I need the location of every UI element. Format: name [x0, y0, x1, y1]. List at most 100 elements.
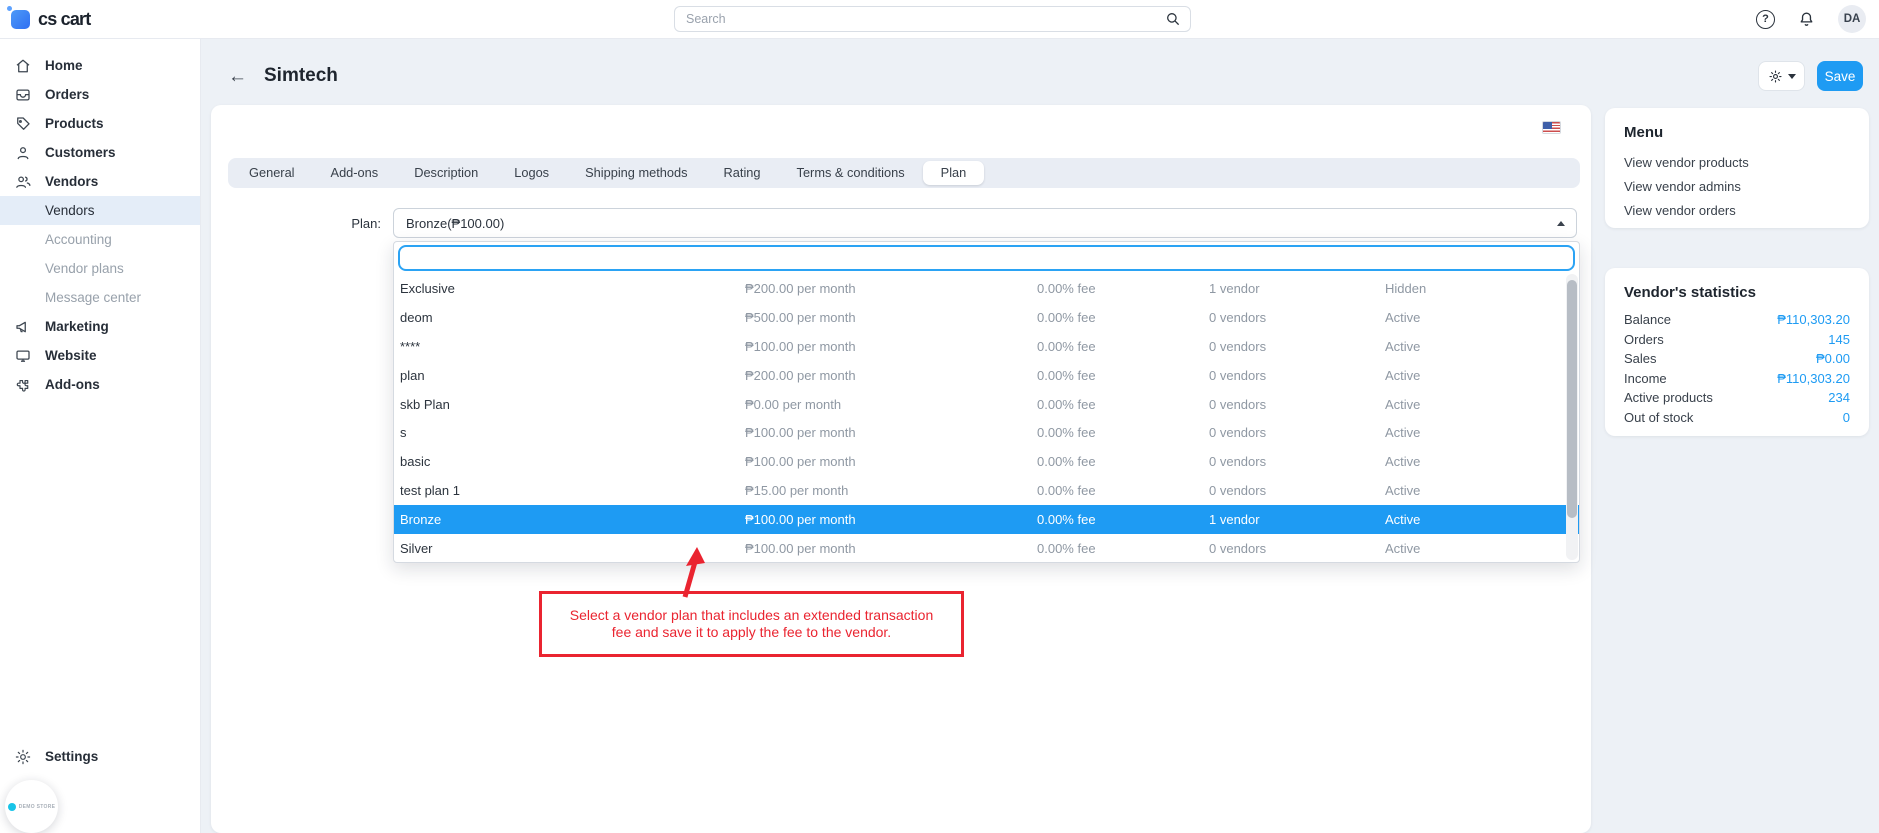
stat-label: Orders: [1624, 332, 1664, 347]
sidebar: Home Orders Products Customers Vendors V…: [0, 39, 201, 833]
sidebar-item-website[interactable]: Website: [0, 341, 200, 370]
stat-value[interactable]: ₱110,303.20: [1777, 371, 1850, 386]
sidebar-item-settings[interactable]: Settings: [0, 742, 200, 771]
plan-option-price: ₱100.00 per month: [745, 425, 1037, 440]
tab-description[interactable]: Description: [396, 161, 496, 185]
plan-option-fee: 0.00% fee: [1037, 368, 1209, 383]
stat-value[interactable]: 234: [1828, 390, 1850, 405]
sidebar-item-vendors[interactable]: Vendors: [0, 167, 200, 196]
plan-option-price: ₱500.00 per month: [745, 310, 1037, 325]
plan-option-row[interactable]: skb Plan ₱0.00 per month 0.00% fee 0 ven…: [394, 390, 1579, 419]
sidebar-subitem-vendors[interactable]: Vendors: [0, 196, 200, 225]
save-button[interactable]: Save: [1817, 61, 1863, 91]
dropdown-scrollbar-thumb[interactable]: [1567, 280, 1577, 518]
marketing-megaphone-icon: [13, 318, 32, 336]
stat-value[interactable]: 0: [1843, 410, 1850, 425]
plan-option-fee: 0.00% fee: [1037, 512, 1209, 527]
plan-option-status: Active: [1385, 541, 1579, 556]
link-view-vendor-orders[interactable]: View vendor orders: [1624, 203, 1850, 218]
link-view-vendor-products[interactable]: View vendor products: [1624, 155, 1850, 170]
plan-option-status: Hidden: [1385, 281, 1579, 296]
plan-option-price: ₱200.00 per month: [745, 281, 1037, 296]
plan-option-row[interactable]: s ₱100.00 per month 0.00% fee 0 vendors …: [394, 418, 1579, 447]
tab-plan[interactable]: Plan: [923, 161, 985, 185]
annotation-box: Select a vendor plan that includes an ex…: [539, 591, 964, 657]
tab-logos[interactable]: Logos: [496, 161, 567, 185]
stat-row: Balance ₱110,303.20: [1624, 312, 1850, 327]
plan-option-vendors: 0 vendors: [1209, 397, 1385, 412]
plan-option-status: Active: [1385, 512, 1579, 527]
topbar: cs cart ? DA: [0, 0, 1879, 39]
annotation-text: Select a vendor plan that includes an ex…: [562, 607, 941, 641]
language-flag-icon[interactable]: [1542, 121, 1561, 134]
dropdown-scrollbar-track[interactable]: [1566, 274, 1578, 560]
sidebar-item-marketing[interactable]: Marketing: [0, 312, 200, 341]
customers-person-icon: [13, 144, 32, 162]
plan-option-row[interactable]: Exclusive ₱200.00 per month 0.00% fee 1 …: [394, 274, 1579, 303]
tab-shipping-methods[interactable]: Shipping methods: [567, 161, 705, 185]
stat-value[interactable]: ₱0.00: [1816, 351, 1850, 366]
sidebar-item-home[interactable]: Home: [0, 51, 200, 80]
plan-option-name: s: [400, 425, 745, 440]
stat-label: Active products: [1624, 390, 1713, 405]
stat-label: Income: [1624, 371, 1667, 386]
addons-puzzle-icon: [13, 376, 32, 394]
tab-terms-conditions[interactable]: Terms & conditions: [779, 161, 923, 185]
vendor-edit-card: General Add-ons Description Logos Shippi…: [211, 105, 1591, 833]
vendor-statistics-panel: Vendor's statistics Balance ₱110,303.20 …: [1605, 268, 1869, 436]
vendors-people-icon: [13, 173, 32, 191]
caret-up-icon: [1557, 221, 1565, 226]
demo-store-dot-icon: [8, 803, 16, 811]
stat-row: Orders 145: [1624, 332, 1850, 347]
search-input[interactable]: [674, 6, 1191, 32]
sidebar-subitem-vendor-plans[interactable]: Vendor plans: [0, 254, 200, 283]
tab-rating[interactable]: Rating: [706, 161, 779, 185]
stat-value[interactable]: ₱110,303.20: [1777, 312, 1850, 327]
plan-option-row[interactable]: Silver ₱100.00 per month 0.00% fee 0 ven…: [394, 534, 1579, 563]
link-view-vendor-admins[interactable]: View vendor admins: [1624, 179, 1850, 194]
plan-option-price: ₱100.00 per month: [745, 454, 1037, 469]
global-search: [674, 6, 1191, 32]
tab-general[interactable]: General: [231, 161, 313, 185]
plan-option-row[interactable]: plan ₱200.00 per month 0.00% fee 0 vendo…: [394, 361, 1579, 390]
settings-dropdown-button[interactable]: [1758, 61, 1805, 91]
help-icon[interactable]: ?: [1756, 10, 1775, 29]
notifications-bell-icon[interactable]: [1797, 10, 1816, 29]
plan-option-row[interactable]: basic ₱100.00 per month 0.00% fee 0 vend…: [394, 447, 1579, 476]
plan-option-name: plan: [400, 368, 745, 383]
stat-value[interactable]: 145: [1828, 332, 1850, 347]
plan-option-row[interactable]: Bronze ₱100.00 per month 0.00% fee 1 ven…: [394, 505, 1579, 534]
sidebar-item-products[interactable]: Products: [0, 109, 200, 138]
plan-option-row[interactable]: **** ₱100.00 per month 0.00% fee 0 vendo…: [394, 332, 1579, 361]
sidebar-item-orders[interactable]: Orders: [0, 80, 200, 109]
stat-label: Out of stock: [1624, 410, 1693, 425]
plan-option-fee: 0.00% fee: [1037, 541, 1209, 556]
plan-option-price: ₱100.00 per month: [745, 339, 1037, 354]
plan-option-fee: 0.00% fee: [1037, 397, 1209, 412]
tab-addons[interactable]: Add-ons: [313, 161, 397, 185]
plan-option-fee: 0.00% fee: [1037, 339, 1209, 354]
plan-option-price: ₱200.00 per month: [745, 368, 1037, 383]
sidebar-item-addons[interactable]: Add-ons: [0, 370, 200, 399]
plan-option-row[interactable]: test plan 1 ₱15.00 per month 0.00% fee 0…: [394, 476, 1579, 505]
user-avatar[interactable]: DA: [1838, 5, 1866, 33]
sidebar-subitem-accounting[interactable]: Accounting: [0, 225, 200, 254]
plan-option-price: ₱15.00 per month: [745, 483, 1037, 498]
plan-option-status: Active: [1385, 310, 1579, 325]
plan-option-fee: 0.00% fee: [1037, 454, 1209, 469]
plan-select-value: Bronze(₱100.00): [406, 216, 504, 231]
sidebar-item-customers[interactable]: Customers: [0, 138, 200, 167]
sidebar-subitem-message-center[interactable]: Message center: [0, 283, 200, 312]
plan-option-name: basic: [400, 454, 745, 469]
back-arrow-icon[interactable]: ←: [228, 67, 247, 86]
stat-label: Balance: [1624, 312, 1671, 327]
plan-option-name: skb Plan: [400, 397, 745, 412]
plan-option-row[interactable]: deom ₱500.00 per month 0.00% fee 0 vendo…: [394, 303, 1579, 332]
plan-select[interactable]: Bronze(₱100.00): [393, 208, 1577, 238]
search-icon[interactable]: [1164, 10, 1182, 28]
plan-option-vendors: 0 vendors: [1209, 425, 1385, 440]
demo-store-badge[interactable]: DEMO STORE: [5, 780, 58, 833]
plan-option-price: ₱100.00 per month: [745, 541, 1037, 556]
cs-cart-logo[interactable]: cs cart: [0, 9, 90, 30]
plan-dropdown-search-input[interactable]: [398, 245, 1575, 271]
